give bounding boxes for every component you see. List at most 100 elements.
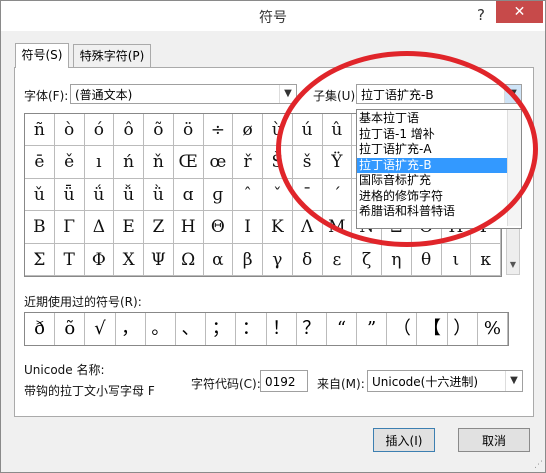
recent-symbol[interactable]: ； — [206, 313, 237, 345]
symbol-cell[interactable]: η — [382, 243, 412, 276]
symbol-cell[interactable]: ô — [114, 114, 144, 147]
subset-option[interactable]: 国际音标扩充 — [357, 173, 507, 188]
symbol-cell[interactable]: õ — [144, 114, 174, 147]
symbol-cell[interactable]: ò — [54, 114, 85, 147]
symbol-cell[interactable]: θ — [411, 243, 442, 276]
symbol-cell[interactable]: Γ — [54, 211, 85, 244]
symbol-cell[interactable]: Λ — [292, 211, 323, 244]
title-bar: 符号 ? ✕ — [1, 1, 545, 31]
symbol-cell[interactable]: ě — [54, 146, 85, 179]
recent-symbol[interactable]: ” — [357, 313, 388, 345]
symbol-cell[interactable]: ö — [173, 114, 204, 147]
symbol-cell[interactable]: ń — [114, 146, 144, 179]
symbol-cell[interactable]: ˇ — [263, 178, 293, 212]
cancel-button[interactable]: 取消 — [458, 428, 530, 452]
symbol-cell[interactable]: Μ — [322, 211, 353, 244]
symbol-cell[interactable]: Ω — [173, 243, 204, 276]
tab-symbols[interactable]: 符号(S) — [15, 43, 69, 68]
recent-symbol[interactable]: ： — [236, 313, 267, 345]
symbol-cell[interactable]: Β — [25, 211, 55, 244]
font-select[interactable]: (普通文本) ▼ — [70, 84, 297, 104]
symbol-cell[interactable]: ɡ — [203, 178, 234, 212]
symbol-cell[interactable]: ē — [25, 146, 55, 179]
character-name: 带钩的拉丁文小写字母 F — [24, 384, 155, 398]
symbol-cell[interactable]: Ψ — [144, 243, 174, 276]
charcode-input[interactable]: 0192 — [260, 370, 308, 392]
symbol-cell[interactable]: Θ — [203, 211, 234, 244]
symbol-cell[interactable]: ǔ — [25, 178, 55, 212]
symbol-cell[interactable]: Ε — [114, 211, 144, 244]
subset-select-value: 拉丁语扩充-B — [361, 88, 434, 102]
symbol-cell[interactable]: Ÿ — [322, 146, 353, 179]
symbol-cell[interactable]: β — [233, 243, 263, 276]
symbol-cell[interactable]: Η — [173, 211, 204, 244]
symbol-cell[interactable]: ɑ — [173, 178, 204, 212]
symbol-cell[interactable]: ˆ — [233, 178, 263, 212]
resize-grip-icon[interactable]: ⋰ — [534, 460, 543, 470]
recent-symbol[interactable]: （ — [387, 313, 418, 345]
symbol-cell[interactable]: δ — [292, 243, 323, 276]
symbol-cell[interactable]: ǖ — [54, 178, 85, 212]
symbol-cell[interactable]: Ι — [233, 211, 263, 244]
symbol-cell[interactable]: ø — [233, 114, 263, 147]
subset-option[interactable]: 拉丁语扩充-B — [357, 157, 507, 173]
symbol-cell[interactable]: Φ — [84, 243, 115, 276]
close-button[interactable]: ✕ — [496, 1, 543, 23]
symbol-cell[interactable]: œ — [203, 146, 234, 179]
scroll-down-icon[interactable]: ▼ — [507, 260, 519, 274]
symbol-cell[interactable]: ǘ — [84, 178, 115, 212]
symbol-cell[interactable]: ú — [292, 114, 323, 147]
symbol-cell[interactable]: ù — [263, 114, 293, 147]
symbol-cell[interactable]: ˊ — [322, 178, 353, 212]
symbol-cell[interactable]: Κ — [263, 211, 293, 244]
symbol-cell[interactable]: ó — [84, 114, 115, 147]
symbol-cell[interactable]: ñ — [25, 114, 55, 147]
symbol-cell[interactable]: α — [203, 243, 234, 276]
symbol-cell[interactable]: ε — [322, 243, 353, 276]
recent-symbol[interactable]: 。 — [146, 313, 176, 345]
symbol-cell[interactable]: ǜ — [144, 178, 174, 212]
symbol-cell[interactable]: Τ — [54, 243, 85, 276]
symbol-cell[interactable]: š — [292, 146, 323, 179]
recent-symbol[interactable]: ） — [448, 313, 478, 345]
recent-symbol[interactable]: ð — [25, 313, 56, 345]
subset-option[interactable]: 拉丁语-1 增补 — [357, 127, 507, 142]
recent-symbol[interactable]: % — [478, 313, 508, 345]
symbol-cell[interactable]: Χ — [114, 243, 144, 276]
recent-symbol[interactable]: 【 — [417, 313, 448, 345]
symbol-cell[interactable]: Œ — [173, 146, 204, 179]
symbol-cell[interactable]: Ζ — [144, 211, 174, 244]
recent-symbol[interactable]: 、 — [176, 313, 207, 345]
symbol-cell[interactable]: ň — [144, 146, 174, 179]
recent-symbol[interactable]: ？ — [297, 313, 327, 345]
subset-option[interactable]: 进格的修饰字符 — [357, 189, 507, 204]
symbol-cell[interactable]: Š — [263, 146, 293, 179]
symbol-cell[interactable]: ǚ — [114, 178, 144, 212]
recent-symbol[interactable]: ！ — [267, 313, 297, 345]
symbol-cell[interactable]: Σ — [25, 243, 55, 276]
recent-symbol[interactable]: “ — [327, 313, 358, 345]
tab-special-characters[interactable]: 特殊字符(P) — [73, 44, 151, 67]
symbol-cell[interactable]: γ — [263, 243, 293, 276]
symbol-cell[interactable]: ζ — [352, 243, 382, 276]
symbol-cell[interactable]: κ — [471, 243, 501, 276]
dropdown-scrollbar[interactable] — [507, 110, 521, 226]
symbol-cell[interactable]: ÷ — [203, 114, 234, 147]
help-button[interactable]: ? — [471, 5, 491, 25]
recent-symbol[interactable]: √ — [85, 313, 116, 345]
symbol-cell[interactable]: Δ — [84, 211, 115, 244]
subset-select[interactable]: 拉丁语扩充-B ▼ — [356, 84, 522, 104]
symbol-cell[interactable]: û — [322, 114, 353, 147]
recent-symbol[interactable]: ， — [116, 313, 146, 345]
subset-option[interactable]: 拉丁语扩充-A — [357, 142, 507, 157]
from-select[interactable]: Unicode(十六进制) ▼ — [367, 370, 523, 392]
recent-symbol[interactable]: õ — [55, 313, 86, 345]
symbol-cell[interactable]: ı — [84, 146, 115, 179]
insert-button[interactable]: 插入(I) — [373, 428, 435, 452]
symbol-cell[interactable]: ř — [233, 146, 263, 179]
charcode-label: 字符代码(C): — [191, 377, 261, 391]
subset-option[interactable]: 基本拉丁语 — [357, 111, 507, 126]
symbol-cell[interactable]: ι — [441, 243, 472, 276]
symbol-cell[interactable]: ˉ — [292, 178, 323, 212]
subset-option[interactable]: 希腊语和科普特语 — [357, 204, 507, 219]
